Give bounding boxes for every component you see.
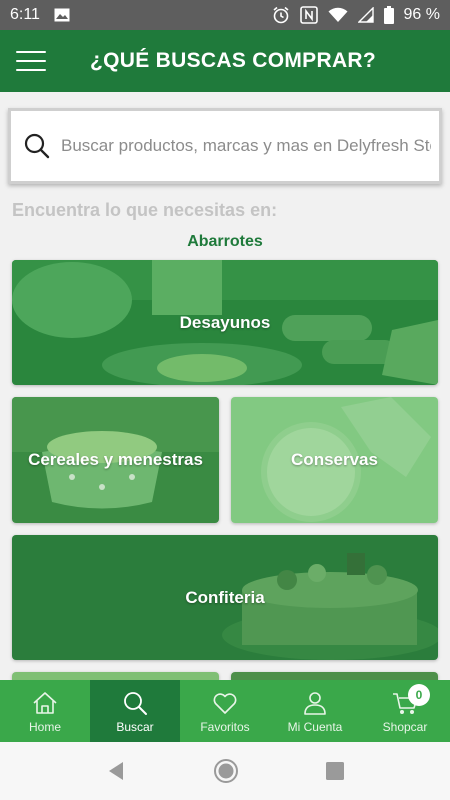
category-label: Confiteria [185, 587, 265, 607]
search-icon [24, 133, 50, 159]
section-title: Abarrotes [187, 233, 263, 250]
menu-button[interactable] [16, 51, 46, 71]
search-bar[interactable] [8, 108, 442, 184]
search-icon [124, 691, 147, 715]
nav-buscar[interactable]: Buscar [90, 680, 180, 742]
image-notification-icon [54, 8, 70, 22]
status-bar: 6:11 96 % [0, 0, 450, 30]
battery-percent: 96 % [403, 6, 440, 23]
status-time: 6:11 [10, 6, 40, 23]
category-card-conservas[interactable]: Conservas [231, 397, 438, 523]
search-input[interactable] [61, 136, 431, 156]
menu-icon-line [16, 69, 46, 71]
nav-label: Shopcar [382, 719, 428, 734]
nav-favoritos[interactable]: Favoritos [180, 680, 270, 742]
nav-label: Mi Cuenta [287, 719, 343, 734]
helper-text: Encuentra lo que necesitas en: [12, 200, 278, 220]
category-label: Cereales y menestras [28, 450, 203, 469]
category-card-cereales[interactable]: Cereales y menestras [12, 397, 219, 523]
category-card-confiteria[interactable]: Confiteria [12, 535, 438, 660]
category-label: Conservas [291, 450, 378, 469]
system-navigation-bar [0, 742, 450, 800]
menu-icon [16, 51, 46, 53]
home-icon [33, 691, 57, 714]
app-bar: ¿QUÉ BUSCAS COMPRAR? [0, 30, 450, 92]
user-icon [304, 691, 326, 715]
alarm-icon [273, 6, 289, 24]
nfc-icon [299, 6, 318, 24]
cart-count-badge: 0 [408, 684, 430, 706]
nav-mi-cuenta[interactable]: Mi Cuenta [270, 680, 360, 742]
home-button-icon[interactable] [213, 758, 239, 784]
heart-icon [213, 692, 237, 714]
category-label: Desayunos [179, 312, 271, 332]
recents-icon[interactable] [325, 761, 345, 781]
page-title: ¿QUÉ BUSCAS COMPRAR? [90, 49, 377, 72]
menu-icon-line [16, 60, 46, 62]
signal-icon [357, 7, 374, 23]
nav-label: Favoritos [200, 719, 250, 734]
status-icons: 96 % [272, 6, 440, 24]
wifi-icon [328, 7, 348, 22]
nav-shopcar[interactable]: Shopcar 0 [360, 680, 450, 742]
back-icon[interactable] [105, 760, 127, 782]
nav-home[interactable]: Home [0, 680, 90, 742]
nav-label: Buscar [116, 719, 154, 734]
nav-label: Home [28, 719, 61, 734]
category-card-desayunos[interactable]: Desayunos [12, 260, 438, 385]
bottom-nav: Home Buscar Favoritos Mi Cuenta Shopcar … [0, 680, 450, 742]
battery-icon [383, 6, 394, 24]
